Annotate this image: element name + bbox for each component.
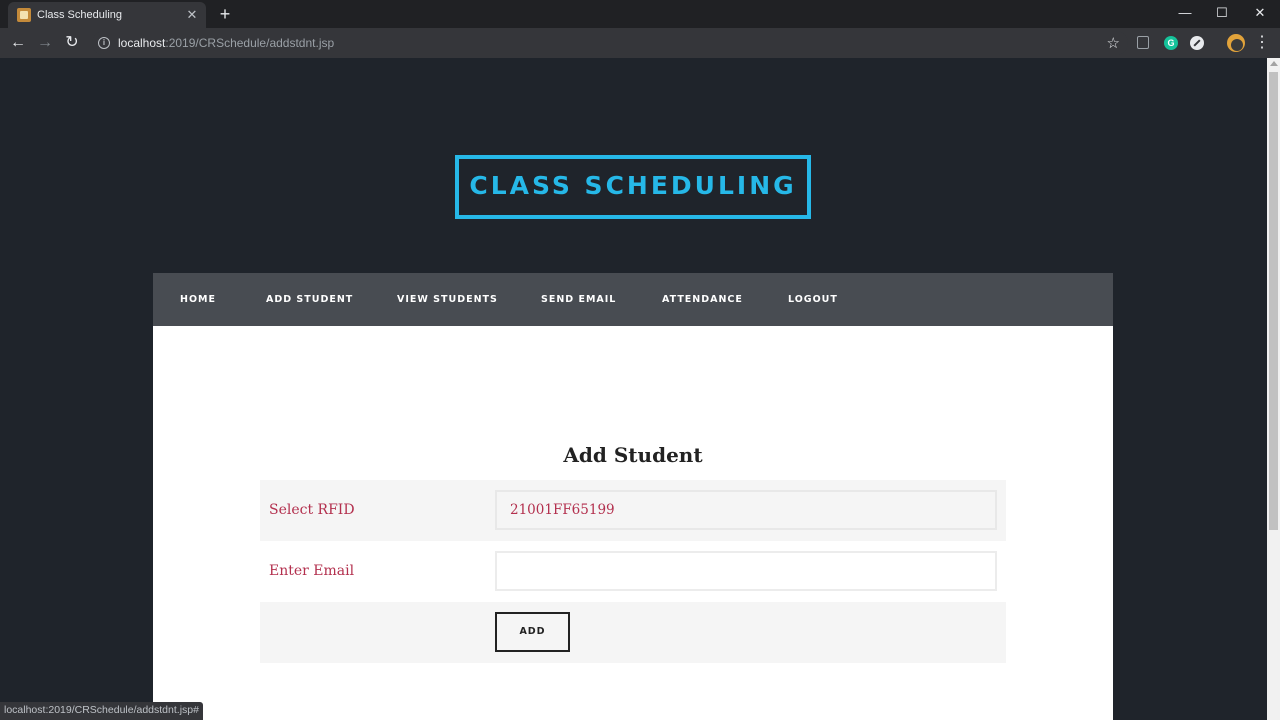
back-button[interactable]: ← xyxy=(7,32,29,54)
main-content: Add Student Select RFID 21001FF65199 Ent… xyxy=(153,326,1113,720)
favicon-icon xyxy=(17,8,31,22)
nav-send-email[interactable]: SEND EMAIL xyxy=(541,294,616,305)
close-window-button[interactable]: ✕ xyxy=(1247,2,1273,24)
form-row-submit: ADD xyxy=(260,602,1006,663)
email-field[interactable] xyxy=(495,551,997,591)
url-host: localhost xyxy=(118,36,166,50)
maximize-button[interactable]: ☐ xyxy=(1209,2,1235,24)
main-navigation: HOME ADD STUDENT VIEW STUDENTS SEND EMAI… xyxy=(153,273,1113,326)
site-logo-text: CLASS SCHEDULING xyxy=(469,171,797,200)
forward-button[interactable]: → xyxy=(34,32,56,54)
browser-toolbar: ← → ↻ i localhost:2019/CRSchedule/addstd… xyxy=(0,28,1280,58)
form-row-email: Enter Email xyxy=(260,541,1006,602)
browser-menu-icon[interactable]: ⋮ xyxy=(1254,32,1270,54)
minimize-button[interactable]: — xyxy=(1172,2,1198,24)
grammarly-icon[interactable]: G xyxy=(1164,36,1178,50)
tab-close-icon[interactable]: ✕ xyxy=(184,7,200,23)
page-title: Add Student xyxy=(563,443,703,467)
page-viewport: CLASS SCHEDULING HOME ADD STUDENT VIEW S… xyxy=(0,58,1267,720)
site-info-icon[interactable]: i xyxy=(98,37,110,49)
email-label: Enter Email xyxy=(269,563,355,579)
add-student-form: Select RFID 21001FF65199 Enter Email ADD xyxy=(260,480,1006,663)
url-path: :2019/CRSchedule/addstdnt.jsp xyxy=(165,36,335,50)
rfid-select[interactable]: 21001FF65199 xyxy=(495,490,997,530)
link-status-bar: localhost:2019/CRSchedule/addstdnt.jsp# xyxy=(0,702,203,720)
browser-tab-strip: Class Scheduling ✕ + — ☐ ✕ xyxy=(0,0,1280,28)
new-tab-button[interactable]: + xyxy=(215,4,235,24)
tab-title: Class Scheduling xyxy=(37,9,122,21)
profile-avatar[interactable] xyxy=(1227,34,1245,52)
nav-home[interactable]: HOME xyxy=(180,294,216,305)
form-row-rfid: Select RFID 21001FF65199 xyxy=(260,480,1006,541)
nav-add-student[interactable]: ADD STUDENT xyxy=(266,294,353,305)
nav-view-students[interactable]: VIEW STUDENTS xyxy=(397,294,498,305)
add-button[interactable]: ADD xyxy=(495,612,570,652)
browser-tab[interactable]: Class Scheduling ✕ xyxy=(8,2,206,28)
extension-icon[interactable] xyxy=(1137,36,1149,49)
rfid-label: Select RFID xyxy=(269,502,355,518)
reload-button[interactable]: ↻ xyxy=(61,32,83,54)
block-extension-icon[interactable] xyxy=(1190,36,1204,50)
bookmark-star-icon[interactable]: ☆ xyxy=(1107,34,1120,52)
scrollbar-thumb[interactable] xyxy=(1269,72,1278,530)
nav-logout[interactable]: LOGOUT xyxy=(788,294,838,305)
site-logo[interactable]: CLASS SCHEDULING xyxy=(455,155,811,219)
scroll-up-arrow-icon[interactable] xyxy=(1270,61,1278,66)
address-bar[interactable]: i localhost:2019/CRSchedule/addstdnt.jsp… xyxy=(92,31,1128,55)
nav-attendance[interactable]: ATTENDANCE xyxy=(662,294,743,305)
page-scrollbar[interactable] xyxy=(1267,58,1280,720)
url-text: localhost:2019/CRSchedule/addstdnt.jsp xyxy=(118,36,334,50)
